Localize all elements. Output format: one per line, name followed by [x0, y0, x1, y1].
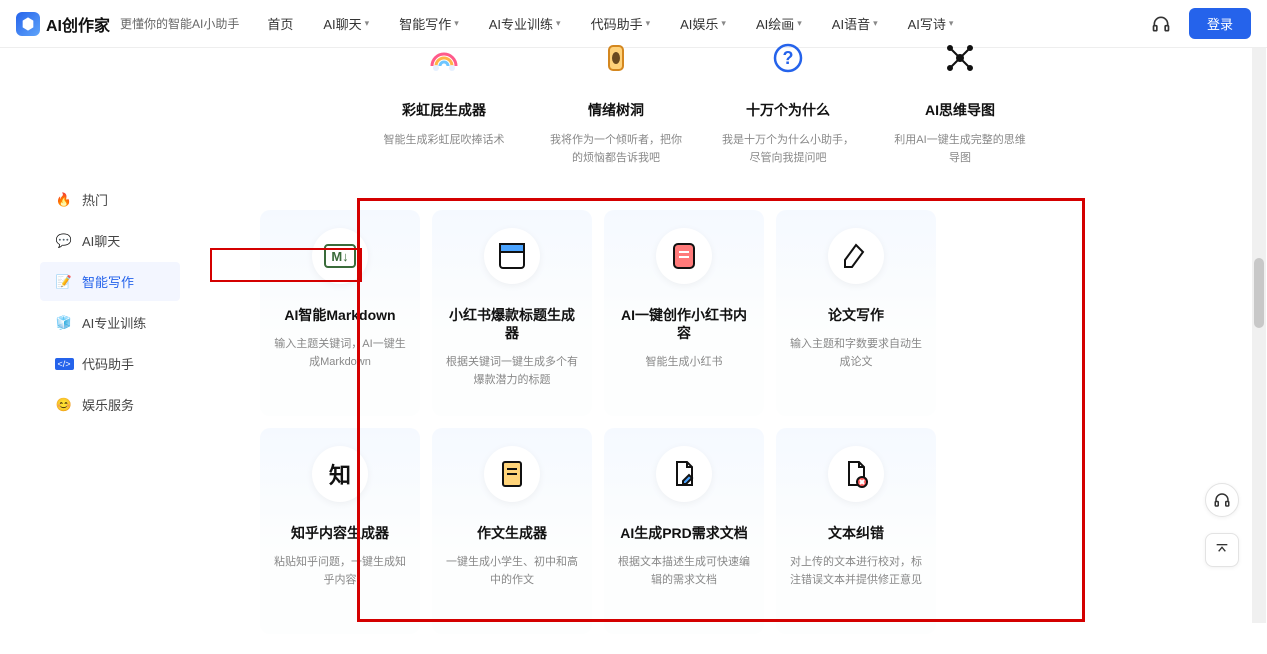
card-mindmap[interactable]: AI思维导图 利用AI一键生成完整的思维导图 [880, 36, 1040, 167]
nav-home[interactable]: 首页 [267, 14, 293, 33]
chevron-down-icon: ▾ [721, 18, 726, 29]
card-essay[interactable]: 作文生成器 一键生成小学生、初中和高中的作文 [432, 428, 592, 634]
sidebar-item-entertainment[interactable]: 😊 娱乐服务 [40, 385, 180, 424]
nav-ai-training[interactable]: AI专业训练▾ [489, 14, 561, 33]
card-xhs-content[interactable]: AI一键创作小红书内容 智能生成小红书 [604, 210, 764, 416]
card-xhs-title[interactable]: 小红书爆款标题生成器 根据关键词一键生成多个有爆款潜力的标题 [432, 210, 592, 416]
pen-icon [828, 228, 884, 284]
scrollbar-thumb[interactable] [1254, 258, 1264, 328]
chevron-down-icon: ▾ [797, 18, 802, 29]
header-right: 登录 [1151, 8, 1251, 39]
sidebar-item-hot[interactable]: 🔥 热门 [40, 180, 180, 219]
chevron-down-icon: ▾ [646, 18, 651, 29]
essay-icon [484, 446, 540, 502]
logo-icon [16, 12, 40, 36]
markdown-icon: M↓ [312, 228, 368, 284]
nav-ai-entertainment[interactable]: AI娱乐▾ [680, 14, 726, 33]
nav-code-helper[interactable]: 代码助手▾ [591, 14, 651, 33]
edit-icon: 📝 [56, 274, 72, 290]
scrollbar-track[interactable] [1252, 48, 1266, 623]
back-to-top-button[interactable] [1205, 533, 1239, 567]
card-markdown[interactable]: M↓ AI智能Markdown 输入主题关键词，AI一键生成Markdown [260, 210, 420, 416]
code-icon: </> [56, 356, 72, 372]
logo-text: AI创作家 [46, 12, 110, 36]
card-zhihu[interactable]: 知 知乎内容生成器 粘贴知乎问题，一键生成知乎内容 [260, 428, 420, 634]
flame-icon: 🔥 [56, 192, 72, 208]
chevron-down-icon: ▾ [454, 18, 459, 29]
doc-edit-icon [656, 446, 712, 502]
treehole-icon [594, 36, 638, 80]
sidebar-item-chat[interactable]: 💬 AI聊天 [40, 221, 180, 260]
sidebar: 🔥 热门 💬 AI聊天 📝 智能写作 🧊 AI专业训练 </> 代码助手 😊 娱… [0, 48, 220, 654]
nav-ai-painting[interactable]: AI绘画▾ [756, 14, 802, 33]
svg-text:?: ? [783, 48, 794, 68]
card-grid: M↓ AI智能Markdown 输入主题关键词，AI一键生成Markdown 小… [260, 210, 1247, 634]
tagline: 更懂你的智能AI小助手 [120, 15, 239, 32]
top-card-row: 彩虹屁生成器 智能生成彩虹屁吹捧话术 情绪树洞 我将作为一个倾听者，把你的烦恼都… [364, 36, 1040, 167]
headset-icon[interactable] [1151, 14, 1171, 34]
cube-icon: 🧊 [56, 315, 72, 331]
chevron-down-icon: ▾ [365, 18, 370, 29]
doc-error-icon [828, 446, 884, 502]
zhihu-icon: 知 [312, 446, 368, 502]
mindmap-icon [938, 36, 982, 80]
sidebar-item-writing[interactable]: 📝 智能写作 [40, 262, 180, 301]
login-button[interactable]: 登录 [1189, 8, 1251, 39]
chevron-down-icon: ▾ [949, 18, 954, 29]
window-icon [484, 228, 540, 284]
note-icon [656, 228, 712, 284]
card-thesis[interactable]: 论文写作 输入主题和字数要求自动生成论文 [776, 210, 936, 416]
nav-ai-chat[interactable]: AI聊天▾ [323, 14, 369, 33]
card-treehole[interactable]: 情绪树洞 我将作为一个倾听者，把你的烦恼都告诉我吧 [536, 36, 696, 167]
sidebar-item-code[interactable]: </> 代码助手 [40, 344, 180, 383]
chevron-down-icon: ▾ [873, 18, 878, 29]
rainbow-icon [422, 36, 466, 80]
support-button[interactable] [1205, 483, 1239, 517]
card-rainbow[interactable]: 彩虹屁生成器 智能生成彩虹屁吹捧话术 [364, 36, 524, 167]
chat-icon: 💬 [56, 233, 72, 249]
chevron-down-icon: ▾ [556, 18, 561, 29]
card-proofread[interactable]: 文本纠错 对上传的文本进行校对，标注错误文本并提供修正意见 [776, 428, 936, 634]
card-prd[interactable]: AI生成PRD需求文档 根据文本描述生成可快速编辑的需求文档 [604, 428, 764, 634]
question-icon: ? [766, 36, 810, 80]
smile-icon: 😊 [56, 397, 72, 413]
sidebar-item-training[interactable]: 🧊 AI专业训练 [40, 303, 180, 342]
floating-actions [1205, 483, 1239, 567]
logo[interactable]: AI创作家 [16, 12, 110, 36]
nav-ai-poetry[interactable]: AI写诗▾ [908, 14, 954, 33]
svg-text:M↓: M↓ [331, 249, 348, 264]
nav-smart-writing[interactable]: 智能写作▾ [399, 14, 459, 33]
card-why[interactable]: ? 十万个为什么 我是十万个为什么小助手，尽管向我提问吧 [708, 36, 868, 167]
nav: 首页 AI聊天▾ 智能写作▾ AI专业训练▾ 代码助手▾ AI娱乐▾ AI绘画▾… [267, 14, 1151, 33]
nav-ai-voice[interactable]: AI语音▾ [832, 14, 878, 33]
